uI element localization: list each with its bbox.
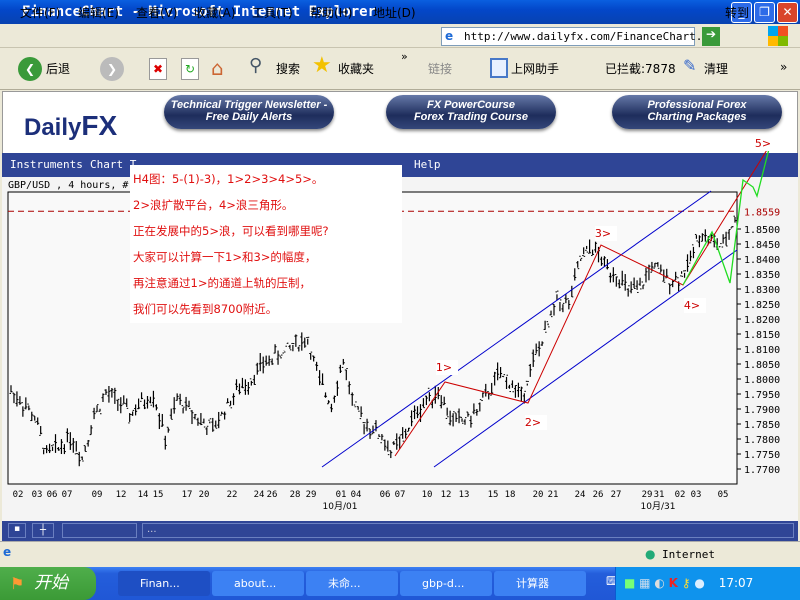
x-tick-label: 03 xyxy=(691,490,702,500)
y-tick-label: 1.7950 xyxy=(744,390,780,401)
y-tick-label: 1.7750 xyxy=(744,450,780,461)
y-tick-label: 1.8200 xyxy=(744,315,780,326)
x-sub-label: 10月/01 xyxy=(323,501,358,512)
x-tick-label: 20 xyxy=(533,490,544,500)
x-tick-label: 07 xyxy=(62,490,73,500)
y-tick-label: 1.8250 xyxy=(744,300,780,311)
antivirus-icon[interactable]: K xyxy=(669,576,678,590)
x-tick-label: 12 xyxy=(441,490,452,500)
x-tick-label: 29 xyxy=(306,490,317,500)
y-tick-label: 1.7900 xyxy=(744,405,780,416)
x-tick-label: 22 xyxy=(227,490,238,500)
task-gbp-image[interactable]: gbp-d... xyxy=(400,571,492,596)
x-tick-label: 13 xyxy=(459,490,470,500)
y-tick-label: 1.7700 xyxy=(744,465,780,476)
y-tick-label: 1.8150 xyxy=(744,330,780,341)
wave-label: 2> xyxy=(525,416,541,429)
task-calculator[interactable]: 计算器 xyxy=(494,571,586,596)
x-tick-label: 10 xyxy=(422,490,433,500)
x-tick-label: 28 xyxy=(290,490,301,500)
x-tick-label: 20 xyxy=(199,490,210,500)
x-tick-label: 18 xyxy=(505,490,516,500)
note-line: 正在发展中的5>浪，可以看到哪里呢? xyxy=(133,224,329,238)
windows-flag-icon: ⚑ xyxy=(10,574,25,593)
wave-label: 3> xyxy=(595,227,611,240)
y-tick-label: 1.8100 xyxy=(744,345,780,356)
crosshair-icon[interactable]: ┼ xyxy=(32,523,54,538)
x-tick-label: 02 xyxy=(675,490,686,500)
firewall-icon[interactable]: ▦ xyxy=(639,576,650,590)
volume-icon[interactable]: ◐ xyxy=(654,576,664,590)
x-tick-label: 14 xyxy=(138,490,149,500)
clock: 17:07 xyxy=(718,576,754,590)
ie-status-icon: e xyxy=(3,545,12,559)
note-line: 大家可以计算一下1>和3>的幅度， xyxy=(133,250,317,264)
x-tick-label: 31 xyxy=(654,490,665,500)
x-tick-label: 27 xyxy=(611,490,622,500)
wave-label: 5> xyxy=(755,137,771,150)
x-tick-label: 01 xyxy=(336,490,347,500)
x-tick-label: 24 xyxy=(575,490,586,500)
task-paint[interactable]: 未命... xyxy=(306,571,398,596)
x-tick-label: 06 xyxy=(47,490,58,500)
x-tick-label: 21 xyxy=(548,490,559,500)
x-tick-label: 15 xyxy=(488,490,499,500)
x-tick-label: 12 xyxy=(116,490,127,500)
y-tick-label: 1.8450 xyxy=(744,240,780,251)
wave-label: 1> xyxy=(436,361,452,374)
x-tick-label: 26 xyxy=(593,490,604,500)
x-tick-label: 03 xyxy=(32,490,43,500)
x-tick-label: 17 xyxy=(182,490,193,500)
task-about[interactable]: about... xyxy=(212,571,304,596)
y-tick-label: 1.8000 xyxy=(744,375,780,386)
annotation-note: H4图：5-(1)-3)，1>2>3>4>5>。 2>浪扩散平台，4>浪三角形。… xyxy=(130,165,402,323)
x-tick-label: 15 xyxy=(153,490,164,500)
y-tick-label: 1.7850 xyxy=(744,420,780,431)
y-tick-label: 1.8300 xyxy=(744,285,780,296)
wave-label: 4> xyxy=(684,299,700,312)
x-tick-label: 07 xyxy=(395,490,406,500)
note-line: H4图：5-(1)-3)，1>2>3>4>5>。 xyxy=(133,172,324,186)
security-zone: Internet xyxy=(662,548,715,561)
chart-status-field xyxy=(62,523,137,538)
current-price-label: 1.8559 xyxy=(744,207,780,218)
y-tick-label: 1.8400 xyxy=(744,255,780,266)
note-line: 我们可以先看到8700附近。 xyxy=(133,302,278,316)
x-tick-label: 09 xyxy=(92,490,103,500)
x-tick-label: 02 xyxy=(13,490,24,500)
x-tick-label: 24 xyxy=(254,490,265,500)
chart-tool-icon[interactable]: ▪ xyxy=(8,523,26,538)
y-tick-label: 1.8050 xyxy=(744,360,780,371)
x-sub-label: 10月/31 xyxy=(641,501,676,512)
y-tick-label: 1.7800 xyxy=(744,435,780,446)
x-tick-label: 26 xyxy=(267,490,278,500)
note-line: 再注意通过1>的通道上轨的压制， xyxy=(133,276,311,290)
chart-status-text: ... xyxy=(142,523,794,538)
x-tick-label: 05 xyxy=(718,490,729,500)
globe-icon: ● xyxy=(645,547,656,561)
x-tick-label: 04 xyxy=(351,490,362,500)
y-tick-label: 1.8500 xyxy=(744,225,780,236)
task-financechart[interactable]: Finan... xyxy=(118,571,210,596)
info-icon[interactable]: ● xyxy=(694,576,704,590)
x-tick-label: 06 xyxy=(380,490,391,500)
note-line: 2>浪扩散平台，4>浪三角形。 xyxy=(133,198,294,212)
key-icon[interactable]: ⚷ xyxy=(682,576,691,590)
x-tick-label: 29 xyxy=(642,490,653,500)
system-tray: ■ ▦ ◐ K ⚷ ● 17:07 xyxy=(615,567,800,600)
network-icon[interactable]: ■ xyxy=(624,576,635,590)
y-tick-label: 1.8350 xyxy=(744,270,780,281)
